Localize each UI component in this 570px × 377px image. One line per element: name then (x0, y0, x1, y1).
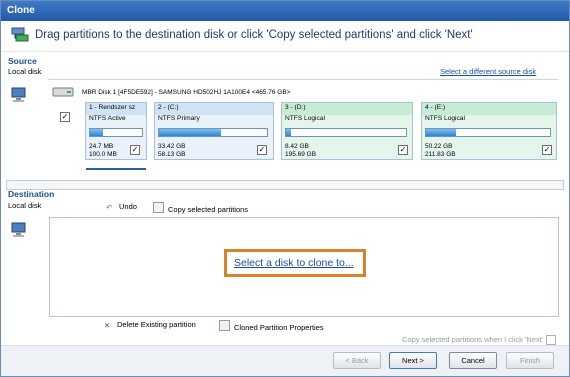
partition-3-checkbox[interactable]: ✓ (398, 145, 408, 155)
next-button[interactable]: Next > (389, 352, 437, 369)
partition-4-type: NTFS Logical (425, 115, 465, 122)
source-heading: Source (8, 56, 37, 66)
copy-icon (153, 202, 164, 213)
finish-button[interactable]: Finish (506, 352, 554, 369)
partition-2-used: 33.42 GB (158, 143, 186, 150)
partition-1[interactable]: 1 - Rendszer sz NTFS Active 24.7 MB 100.… (85, 102, 147, 160)
partition-3-sizes: 8.42 GB 195.69 GB (285, 143, 316, 159)
partition-3-type: NTFS Logical (285, 115, 325, 122)
source-disk-label: Local disk (8, 67, 42, 76)
undo-button[interactable]: ↶ Undo (106, 202, 137, 212)
copy-selected-label: Copy selected partitions (168, 205, 249, 214)
select-different-source-link[interactable]: Select a different source disk (440, 67, 536, 76)
partition-1-checkbox[interactable]: ✓ (130, 145, 140, 155)
delete-icon: ✕ (104, 321, 111, 330)
back-button[interactable]: < Back (333, 352, 381, 369)
delete-existing-label: Delete Existing partition (117, 320, 196, 329)
partition-2-checkbox[interactable]: ✓ (257, 145, 267, 155)
partition-3-used: 8.42 GB (285, 143, 309, 150)
partition-4-usage-bar (425, 128, 551, 137)
partition-2-sizes: 33.42 GB 58.13 GB (158, 143, 185, 159)
disk-drive-icon (52, 87, 74, 97)
partition-1-sizes: 24.7 MB 100.0 MB (89, 143, 117, 159)
copy-when-next-checkbox[interactable] (546, 335, 556, 345)
partition-4-total: 211.83 GB (425, 151, 456, 158)
partition-2-total: 58.13 GB (158, 151, 186, 158)
title-bar: Clone (1, 1, 569, 21)
copy-when-next-label: Copy selected partitions when I click 'N… (402, 335, 544, 344)
selected-partition-indicator (86, 168, 146, 170)
partition-3-name: 3 - (D:) (282, 103, 412, 115)
partition-3[interactable]: 3 - (D:) NTFS Logical 8.42 GB 195.69 GB … (281, 102, 413, 160)
cloned-partition-properties-button[interactable]: Cloned Partition Properties (219, 320, 324, 332)
destination-heading: Destination (8, 189, 55, 199)
clone-icon (11, 27, 29, 42)
properties-icon (219, 320, 230, 331)
partition-3-usage-bar (285, 128, 407, 137)
cloned-props-label: Cloned Partition Properties (234, 323, 324, 332)
delete-existing-partition-button[interactable]: ✕ Delete Existing partition (104, 320, 196, 330)
window-title: Clone (7, 5, 35, 16)
partition-4-sizes: 50.22 GB 211.83 GB (425, 143, 456, 159)
destination-disk-label: Local disk (8, 201, 42, 210)
source-divider (48, 79, 558, 80)
destination-computer-icon (11, 222, 26, 237)
horizontal-scrollbar[interactable] (6, 180, 564, 190)
partition-2-type: NTFS Primary (158, 115, 200, 122)
partition-4-name: 4 - (E:) (422, 103, 556, 115)
partition-4-used: 50.22 GB (425, 143, 453, 150)
partition-1-total: 100.0 MB (89, 151, 117, 158)
cancel-button[interactable]: Cancel (449, 352, 497, 369)
select-disk-to-clone-link[interactable]: Select a disk to clone to... (234, 257, 354, 269)
partition-4[interactable]: 4 - (E:) NTFS Logical 50.22 GB 211.83 GB… (421, 102, 557, 160)
source-disk-info: MBR Disk 1 [4F5DE592] - SAMSUNG HD502HJ … (82, 89, 291, 96)
computer-icon (11, 87, 26, 102)
partition-4-checkbox[interactable]: ✓ (542, 145, 552, 155)
instruction-header: Drag partitions to the destination disk … (1, 21, 569, 52)
instruction-text: Drag partitions to the destination disk … (35, 29, 473, 41)
copy-selected-partitions-button[interactable]: Copy selected partitions (153, 202, 248, 214)
undo-icon: ↶ (106, 203, 113, 212)
source-disk-checkbox[interactable]: ✓ (60, 112, 70, 122)
partition-3-total: 195.69 GB (285, 151, 317, 158)
partition-1-usage-bar (89, 128, 143, 137)
partition-1-type: NTFS Active (89, 115, 126, 122)
partition-2-usage-bar (158, 128, 268, 137)
partition-2[interactable]: 2 - (C:) NTFS Primary 33.42 GB 58.13 GB … (154, 102, 274, 160)
partition-1-used: 24.7 MB (89, 143, 114, 150)
partition-1-name: 1 - Rendszer sz (86, 103, 146, 115)
undo-label: Undo (119, 202, 137, 211)
partition-2-name: 2 - (C:) (155, 103, 273, 115)
